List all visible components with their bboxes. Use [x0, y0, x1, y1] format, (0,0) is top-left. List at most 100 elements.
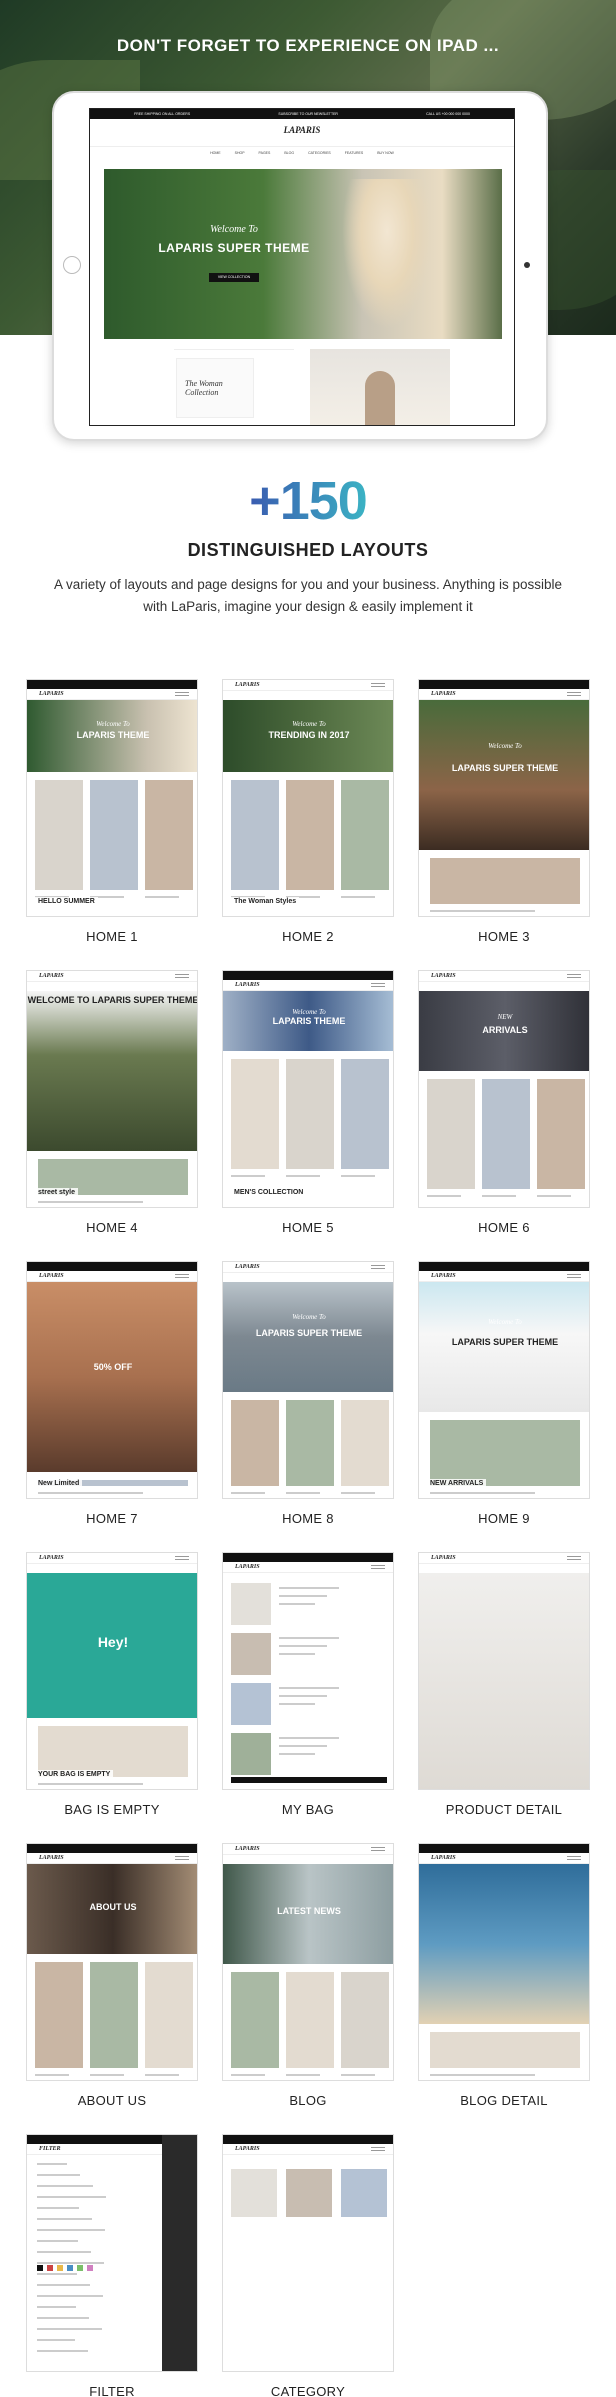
layout-preview-category[interactable]: LAPARIS — [222, 2134, 394, 2372]
preview-product-image[interactable] — [286, 1972, 334, 2068]
layout-caption[interactable]: HOME 8 — [222, 1511, 394, 1526]
preview-product-image[interactable] — [341, 1059, 389, 1169]
category-product-image[interactable] — [341, 2169, 387, 2217]
filter-option[interactable] — [37, 2163, 67, 2165]
color-swatch[interactable] — [57, 2265, 63, 2271]
color-swatch[interactable] — [77, 2265, 83, 2271]
filter-option[interactable] — [37, 2251, 91, 2253]
preview-product-image[interactable] — [537, 1079, 585, 1189]
preview-product-image[interactable] — [35, 780, 83, 890]
filter-option[interactable] — [37, 2262, 104, 2264]
view-collection-button[interactable]: VIEW COLLECTION — [209, 273, 259, 282]
layout-preview-product-detail[interactable]: LAPARIS — [418, 1552, 590, 1790]
filter-option[interactable] — [37, 2317, 89, 2319]
layout-preview-home-6[interactable]: LAPARIS NEW ARRIVALS — [418, 970, 590, 1208]
preview-product-image[interactable] — [482, 1079, 530, 1189]
preview-product-image[interactable] — [90, 1962, 138, 2068]
preview-product-image[interactable] — [341, 1972, 389, 2068]
layout-caption[interactable]: HOME 9 — [418, 1511, 590, 1526]
layout-caption[interactable]: FILTER — [26, 2384, 198, 2397]
color-swatch[interactable] — [67, 2265, 73, 2271]
layout-preview-home-4[interactable]: LAPARIS WELCOME TO LAPARIS SUPER THEME str… — [26, 970, 198, 1208]
color-swatch[interactable] — [47, 2265, 53, 2271]
preview-product-image[interactable] — [430, 2032, 580, 2068]
layout-preview-home-3[interactable]: LAPARIS Welcome To LAPARIS SUPER THEME — [418, 679, 590, 917]
preview-product-image[interactable] — [286, 1400, 334, 1486]
layout-caption[interactable]: HOME 1 — [26, 929, 198, 944]
preview-product-image[interactable] — [35, 1962, 83, 2068]
layout-preview-blog-detail[interactable]: LAPARIS — [418, 1843, 590, 2081]
layout-caption[interactable]: PRODUCT DETAIL — [418, 1802, 590, 1817]
nav-item[interactable]: SHOP — [235, 151, 245, 155]
nav-item[interactable]: PAGES — [259, 151, 271, 155]
preview-product-image[interactable] — [145, 780, 193, 890]
preview-product-image[interactable] — [427, 1079, 475, 1189]
layout-preview-blog[interactable]: LAPARIS LATEST NEWS — [222, 1843, 394, 2081]
preview-product-image[interactable] — [341, 780, 389, 890]
layout-caption[interactable]: HOME 6 — [418, 1220, 590, 1235]
layout-caption[interactable]: BAG IS EMPTY — [26, 1802, 198, 1817]
nav-item[interactable]: CATEGORIES — [308, 151, 331, 155]
preview-product-image[interactable] — [145, 1962, 193, 2068]
filter-option[interactable] — [37, 2240, 78, 2242]
layout-preview-home-9[interactable]: LAPARIS Welcome To LAPARIS SUPER THEME NEW … — [418, 1261, 590, 1499]
preview-product-image[interactable] — [341, 1400, 389, 1486]
checkout-bar[interactable] — [231, 1777, 387, 1783]
preview-product-image[interactable] — [430, 858, 580, 904]
filter-option[interactable] — [37, 2295, 103, 2297]
filter-option[interactable] — [37, 2339, 75, 2341]
color-swatch[interactable] — [87, 2265, 93, 2271]
layout-preview-home-8[interactable]: LAPARIS Welcome To LAPARIS SUPER THEME — [222, 1261, 394, 1499]
preview-product-image[interactable] — [286, 780, 334, 890]
filter-option[interactable] — [37, 2306, 76, 2308]
filter-option[interactable] — [37, 2273, 77, 2275]
layout-caption[interactable]: ABOUT US — [26, 2093, 198, 2108]
preview-product-image[interactable] — [231, 1059, 279, 1169]
preview-list-item[interactable] — [231, 1683, 271, 1725]
filter-option[interactable] — [37, 2174, 80, 2176]
layout-preview-home-7[interactable]: LAPARIS 50% OFF New Limited — [26, 1261, 198, 1499]
layout-preview-filter[interactable]: FILTER — [26, 2134, 198, 2372]
filter-option[interactable] — [37, 2350, 88, 2352]
layout-caption[interactable]: BLOG — [222, 2093, 394, 2108]
filter-option[interactable] — [37, 2207, 79, 2209]
preview-product-image[interactable] — [286, 1059, 334, 1169]
layout-caption[interactable]: HOME 3 — [418, 929, 590, 944]
layout-caption[interactable]: CATEGORY — [222, 2384, 394, 2397]
preview-product-image[interactable] — [90, 780, 138, 890]
nav-item[interactable]: HOME — [210, 151, 221, 155]
layout-caption[interactable]: HOME 5 — [222, 1220, 394, 1235]
layout-caption[interactable]: HOME 2 — [222, 929, 394, 944]
nav-item[interactable]: BLOG — [284, 151, 294, 155]
nav-item[interactable]: FEATURES — [345, 151, 363, 155]
screen-logo[interactable]: LAPARIS — [284, 125, 321, 135]
filter-option[interactable] — [37, 2196, 106, 2198]
layout-preview-my-bag[interactable]: LAPARIS — [222, 1552, 394, 1790]
layout-caption[interactable]: HOME 7 — [26, 1511, 198, 1526]
layout-preview-home-2[interactable]: LAPARIS Welcome To TRENDING IN 2017 The Wom… — [222, 679, 394, 917]
layout-preview-about-us[interactable]: LAPARIS ABOUT US — [26, 1843, 198, 2081]
preview-list-item[interactable] — [231, 1633, 271, 1675]
nav-item[interactable]: BUY NOW — [377, 151, 394, 155]
layout-caption[interactable]: BLOG DETAIL — [418, 2093, 590, 2108]
preview-product-image[interactable] — [231, 1400, 279, 1486]
layout-preview-home-1[interactable]: LAPARIS Welcome To LAPARIS THEME HELLO SUMM… — [26, 679, 198, 917]
color-swatch[interactable] — [37, 2265, 43, 2271]
preview-product-image[interactable] — [231, 780, 279, 890]
filter-option[interactable] — [37, 2284, 90, 2286]
filter-option[interactable] — [37, 2218, 92, 2220]
collection-card[interactable]: The Woman Collection — [176, 358, 254, 418]
category-product-image[interactable] — [231, 2169, 277, 2217]
preview-product-image[interactable] — [430, 1420, 580, 1486]
layout-caption[interactable]: MY BAG — [222, 1802, 394, 1817]
layout-preview-bag-is-empty[interactable]: LAPARIS Hey! YOUR BAG IS EMPTY — [26, 1552, 198, 1790]
preview-product-image[interactable] — [231, 1972, 279, 2068]
filter-option[interactable] — [37, 2229, 105, 2231]
preview-list-item[interactable] — [231, 1583, 271, 1625]
layout-caption[interactable]: HOME 4 — [26, 1220, 198, 1235]
filter-option[interactable] — [37, 2185, 93, 2187]
category-product-image[interactable] — [286, 2169, 332, 2217]
preview-list-item[interactable] — [231, 1733, 271, 1775]
layout-preview-home-5[interactable]: LAPARIS Welcome To LAPARIS THEME MEN'S COLL… — [222, 970, 394, 1208]
filter-option[interactable] — [37, 2328, 102, 2330]
